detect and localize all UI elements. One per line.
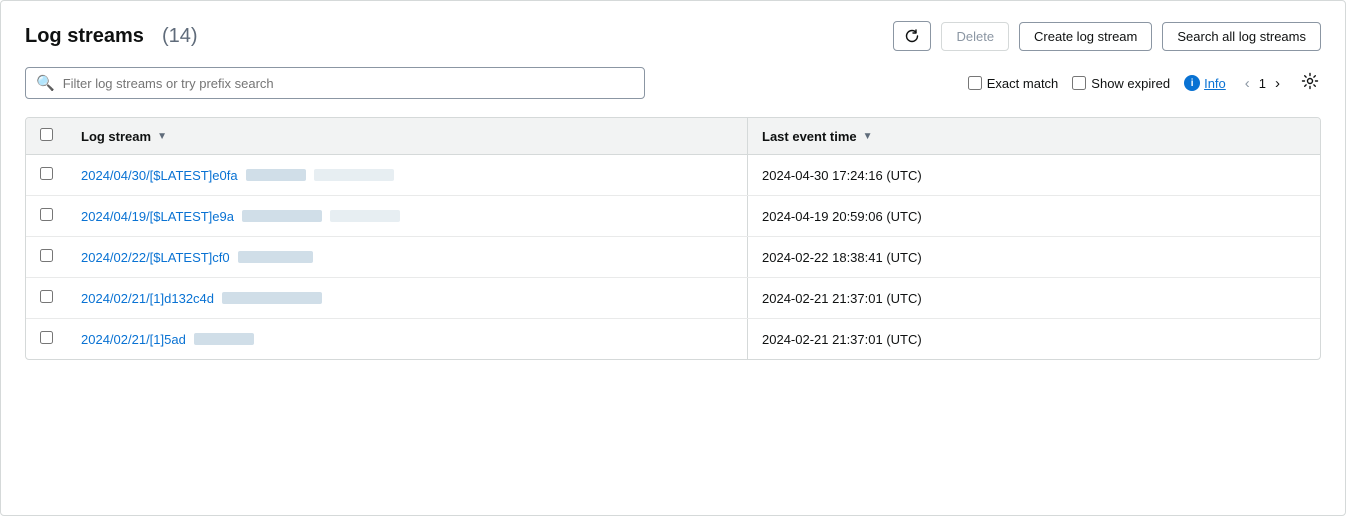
show-expired-label[interactable]: Show expired — [1072, 76, 1170, 91]
settings-icon — [1301, 72, 1319, 90]
header-row: Log streams (14) Delete Create log strea… — [25, 21, 1321, 51]
event-col-header[interactable]: Last event time ▼ — [748, 118, 1320, 155]
refresh-icon — [904, 28, 920, 44]
table-row: 2024/02/21/[1]d132c4d 2024-02-21 21:37:01… — [26, 278, 1320, 319]
current-page: 1 — [1259, 76, 1266, 91]
stream-name-cell: 2024/04/30/[$LATEST]e0fa — [67, 155, 747, 196]
select-all-header[interactable] — [26, 118, 67, 155]
table-row: 2024/02/21/[1]5ad 2024-02-21 21:37:01 (UT… — [26, 319, 1320, 360]
settings-button[interactable] — [1299, 70, 1321, 97]
redacted-bar — [222, 292, 322, 304]
redacted-bar — [330, 210, 400, 222]
stream-name-link[interactable]: 2024/04/30/[$LATEST]e0fa — [81, 168, 238, 183]
row-checkbox-cell[interactable] — [26, 196, 67, 237]
page-title: Log streams — [25, 25, 144, 48]
info-link[interactable]: i Info — [1184, 75, 1226, 91]
exact-match-checkbox[interactable] — [968, 76, 982, 90]
exact-match-label[interactable]: Exact match — [968, 76, 1059, 91]
show-expired-checkbox[interactable] — [1072, 76, 1086, 90]
stream-name-cell: 2024/04/19/[$LATEST]e9a — [67, 196, 747, 237]
row-checkbox[interactable] — [40, 290, 53, 303]
table-row: 2024/02/22/[$LATEST]cf0 2024-02-22 18:38:… — [26, 237, 1320, 278]
stream-name-cell: 2024/02/22/[$LATEST]cf0 — [67, 237, 747, 278]
row-checkbox-cell[interactable] — [26, 155, 67, 196]
redacted-bar — [314, 169, 394, 181]
search-input[interactable] — [63, 76, 634, 91]
filter-controls: Exact match Show expired i Info ‹ 1 › — [968, 70, 1321, 97]
stream-col-header[interactable]: Log stream ▼ — [67, 118, 747, 155]
pagination: ‹ 1 › — [1240, 73, 1285, 94]
delete-button[interactable]: Delete — [941, 22, 1009, 51]
select-all-checkbox[interactable] — [40, 128, 53, 141]
stream-name-link[interactable]: 2024/02/21/[1]5ad — [81, 332, 186, 347]
search-box[interactable]: 🔍 — [25, 67, 645, 99]
event-time-cell: 2024-02-22 18:38:41 (UTC) — [748, 237, 1320, 278]
search-icon: 🔍 — [36, 74, 55, 92]
event-time-cell: 2024-02-21 21:37:01 (UTC) — [748, 319, 1320, 360]
refresh-button[interactable] — [893, 21, 931, 51]
table-header: Log stream ▼ Last event time ▼ — [26, 118, 1320, 155]
row-checkbox-cell[interactable] — [26, 278, 67, 319]
stream-name-link[interactable]: 2024/02/21/[1]d132c4d — [81, 291, 214, 306]
row-checkbox-cell[interactable] — [26, 319, 67, 360]
event-time-cell: 2024-04-30 17:24:16 (UTC) — [748, 155, 1320, 196]
row-checkbox-cell[interactable] — [26, 237, 67, 278]
create-log-stream-button[interactable]: Create log stream — [1019, 22, 1152, 51]
row-checkbox[interactable] — [40, 208, 53, 221]
stream-name-link[interactable]: 2024/02/22/[$LATEST]cf0 — [81, 250, 230, 265]
info-icon: i — [1184, 75, 1200, 91]
table-row: 2024/04/19/[$LATEST]e9a 2024-04-19 20:59:… — [26, 196, 1320, 237]
row-checkbox[interactable] — [40, 249, 53, 262]
stream-sort-icon: ▼ — [157, 131, 167, 142]
event-sort-icon: ▼ — [863, 131, 873, 142]
prev-page-button[interactable]: ‹ — [1240, 73, 1255, 94]
row-checkbox[interactable] — [40, 331, 53, 344]
table-row: 2024/04/30/[$LATEST]e0fa 2024-04-30 17:24… — [26, 155, 1320, 196]
next-page-button[interactable]: › — [1270, 73, 1285, 94]
redacted-bar — [246, 169, 306, 181]
stream-name-cell: 2024/02/21/[1]5ad — [67, 319, 747, 360]
log-streams-table: Log stream ▼ Last event time ▼ 2024/04/3… — [25, 117, 1321, 360]
event-time-cell: 2024-02-21 21:37:01 (UTC) — [748, 278, 1320, 319]
redacted-bar — [242, 210, 322, 222]
stream-name-link[interactable]: 2024/04/19/[$LATEST]e9a — [81, 209, 234, 224]
row-checkbox[interactable] — [40, 167, 53, 180]
search-row: 🔍 Exact match Show expired i Info ‹ 1 › — [25, 67, 1321, 99]
table-body: 2024/04/30/[$LATEST]e0fa 2024-04-30 17:24… — [26, 155, 1320, 360]
search-all-log-streams-button[interactable]: Search all log streams — [1162, 22, 1321, 51]
redacted-bar — [194, 333, 254, 345]
stream-count: (14) — [162, 25, 198, 48]
redacted-bar — [238, 251, 313, 263]
event-time-cell: 2024-04-19 20:59:06 (UTC) — [748, 196, 1320, 237]
stream-name-cell: 2024/02/21/[1]d132c4d — [67, 278, 747, 319]
